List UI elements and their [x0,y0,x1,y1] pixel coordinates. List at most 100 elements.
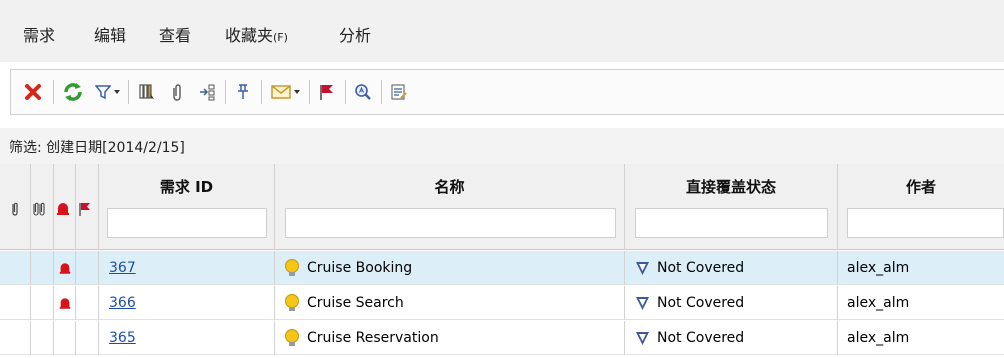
menu-favorites[interactable]: 收藏夹(F) [225,22,288,46]
convert-button[interactable] [195,80,219,104]
delete-icon [25,84,41,100]
column-divider [98,286,99,320]
column-divider [837,321,838,355]
requirement-bulb-icon [285,329,299,346]
attachment-button[interactable] [165,80,189,104]
author-cell: alex_alm [847,321,909,355]
column-divider [624,321,625,355]
filter-icon [94,85,111,100]
search-button[interactable] [351,80,375,104]
column-divider [274,286,275,320]
filter-description: 筛选: 创建日期[2014/2/15] [9,140,185,156]
column-divider [98,321,99,355]
column-divider [30,251,31,285]
alert-cell[interactable] [57,251,73,285]
id-cell: 367 [109,251,136,285]
filter-bar: 筛选: 创建日期[2014/2/15] [0,128,1004,164]
pin-button[interactable] [231,80,255,104]
author-cell: alex_alm [847,251,909,285]
requirement-id-link[interactable]: 365 [109,330,136,346]
id-cell: 365 [109,321,136,355]
email-icon [270,85,291,99]
attachment-icon [173,84,181,101]
requirements-grid: 需求 ID 名称 直接覆盖状态 作者 367 Cruise Booking No… [0,164,1004,358]
requirement-name: Cruise Booking [307,260,413,276]
select-columns-button[interactable] [135,80,159,104]
convert-tree-icon [200,84,215,101]
alert-cell[interactable] [57,286,73,320]
column-divider [30,164,31,250]
column-header-coverage[interactable]: 直接覆盖状态 [625,176,837,197]
toolbar-strip [10,69,1004,115]
id-cell: 366 [109,286,136,320]
menu-favorites-hotkey: (F) [273,31,288,44]
refresh-button[interactable] [61,80,85,104]
alert-column-icon [57,203,69,215]
author-cell: alex_alm [847,286,909,320]
coverage-cell: Not Covered [634,321,744,355]
filter-button[interactable] [91,80,123,104]
requirement-id-link[interactable]: 367 [109,260,136,276]
requirement-id-link[interactable]: 366 [109,295,136,311]
column-divider [30,286,31,320]
filter-dropdown-caret[interactable] [113,90,120,94]
delete-button[interactable] [21,80,45,104]
column-divider [98,251,99,285]
menu-analysis[interactable]: 分析 [339,22,371,46]
select-columns-icon [139,84,154,99]
not-covered-icon [636,296,649,310]
column-header-author[interactable]: 作者 [838,176,1004,197]
toolbar-separator [53,80,54,104]
requirement-name: Cruise Reservation [307,330,439,346]
toolbar [0,62,1004,128]
menu-edit[interactable]: 编辑 [94,22,126,46]
column-header-name[interactable]: 名称 [275,176,624,197]
column-divider [837,286,838,320]
column-divider [53,286,54,320]
name-cell: Cruise Search [283,286,404,320]
author-name: alex_alm [847,295,910,311]
pin-icon [238,84,248,99]
toolbar-separator [261,80,262,104]
column-divider [274,321,275,355]
author-name: alex_alm [847,330,910,346]
linked-attachment-column-icon [33,202,45,216]
table-row[interactable]: 366 Cruise Search Not Covered alex_alm [0,286,1004,320]
column-divider [53,251,54,285]
email-button[interactable] [267,80,303,104]
name-cell: Cruise Booking [283,251,412,285]
column-divider [53,164,54,250]
report-icon [391,84,407,100]
column-divider [75,321,76,355]
coverage-filter-input[interactable] [635,208,828,238]
table-row[interactable]: 365 Cruise Reservation Not Covered alex_… [0,321,1004,355]
report-button[interactable] [387,80,411,104]
requirement-bulb-icon [285,259,299,276]
grid-header: 需求 ID 名称 直接覆盖状态 作者 [0,164,1004,250]
flag-button[interactable] [315,80,339,104]
column-header-id[interactable]: 需求 ID [99,176,274,197]
column-divider [624,251,625,285]
toolbar-separator [381,80,382,104]
column-divider [75,251,76,285]
search-icon [355,84,371,100]
menu-requirements[interactable]: 需求 [23,22,55,46]
menu-bar: 需求 编辑 查看 收藏夹(F) 分析 [0,0,1004,62]
coverage-cell: Not Covered [634,251,744,285]
name-filter-input[interactable] [285,208,616,238]
coverage-status: Not Covered [657,295,745,311]
name-cell: Cruise Reservation [283,321,439,355]
not-covered-icon [636,261,649,275]
table-row[interactable]: 367 Cruise Booking Not Covered alex_alm [0,251,1004,285]
author-name: alex_alm [847,260,910,276]
column-divider [30,321,31,355]
id-filter-input[interactable] [107,208,267,238]
toolbar-separator [128,80,129,104]
column-divider [274,251,275,285]
alert-bell-icon [59,297,71,309]
author-filter-input[interactable] [847,208,1004,238]
email-dropdown-caret[interactable] [293,90,300,94]
alert-bell-icon [59,262,71,274]
menu-view[interactable]: 查看 [159,22,191,46]
toolbar-separator [225,80,226,104]
